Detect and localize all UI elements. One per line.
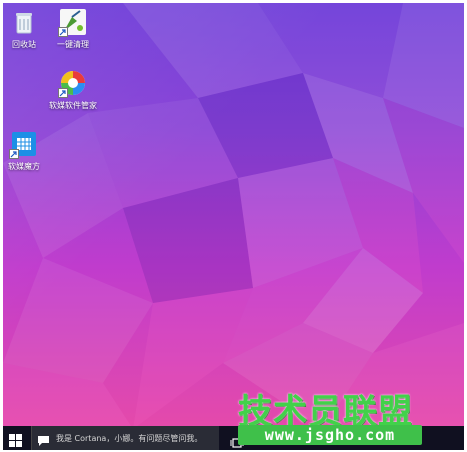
search-placeholder: 我是 Cortana，小娜。有问题尽管问我。 bbox=[56, 433, 203, 443]
recycle-bin-icon bbox=[9, 7, 39, 37]
desktop[interactable]: 回收站 一键清理 软媒软件管家 软媒魔方 bbox=[3, 3, 464, 429]
task-view-button[interactable] bbox=[225, 426, 249, 450]
windows-logo-icon bbox=[8, 432, 22, 447]
start-button[interactable] bbox=[3, 426, 27, 450]
desktop-icon-label: 一键清理 bbox=[57, 40, 89, 49]
shortcut-arrow-icon bbox=[58, 27, 68, 37]
taskbar: 我是 Cortana，小娜。有问题尽管问我。 bbox=[3, 426, 464, 450]
desktop-icon-one-key-clean[interactable]: 一键清理 bbox=[39, 7, 107, 50]
broom-icon bbox=[58, 7, 88, 37]
desktop-icon-cube-app[interactable]: 软媒魔方 bbox=[3, 129, 58, 172]
software-manager-icon bbox=[58, 68, 88, 98]
cortana-search-box[interactable]: 我是 Cortana，小娜。有问题尽管问我。 bbox=[31, 426, 219, 450]
shortcut-arrow-icon bbox=[58, 88, 68, 98]
wallpaper-image bbox=[3, 3, 464, 429]
task-view-icon bbox=[230, 433, 244, 448]
desktop-icon-software-manager[interactable]: 软媒软件管家 bbox=[39, 68, 107, 111]
desktop-icon-label: 软媒软件管家 bbox=[49, 101, 97, 110]
cortana-speech-bubble-icon bbox=[37, 432, 50, 446]
cube-app-icon bbox=[9, 129, 39, 159]
shortcut-arrow-icon bbox=[9, 149, 19, 159]
